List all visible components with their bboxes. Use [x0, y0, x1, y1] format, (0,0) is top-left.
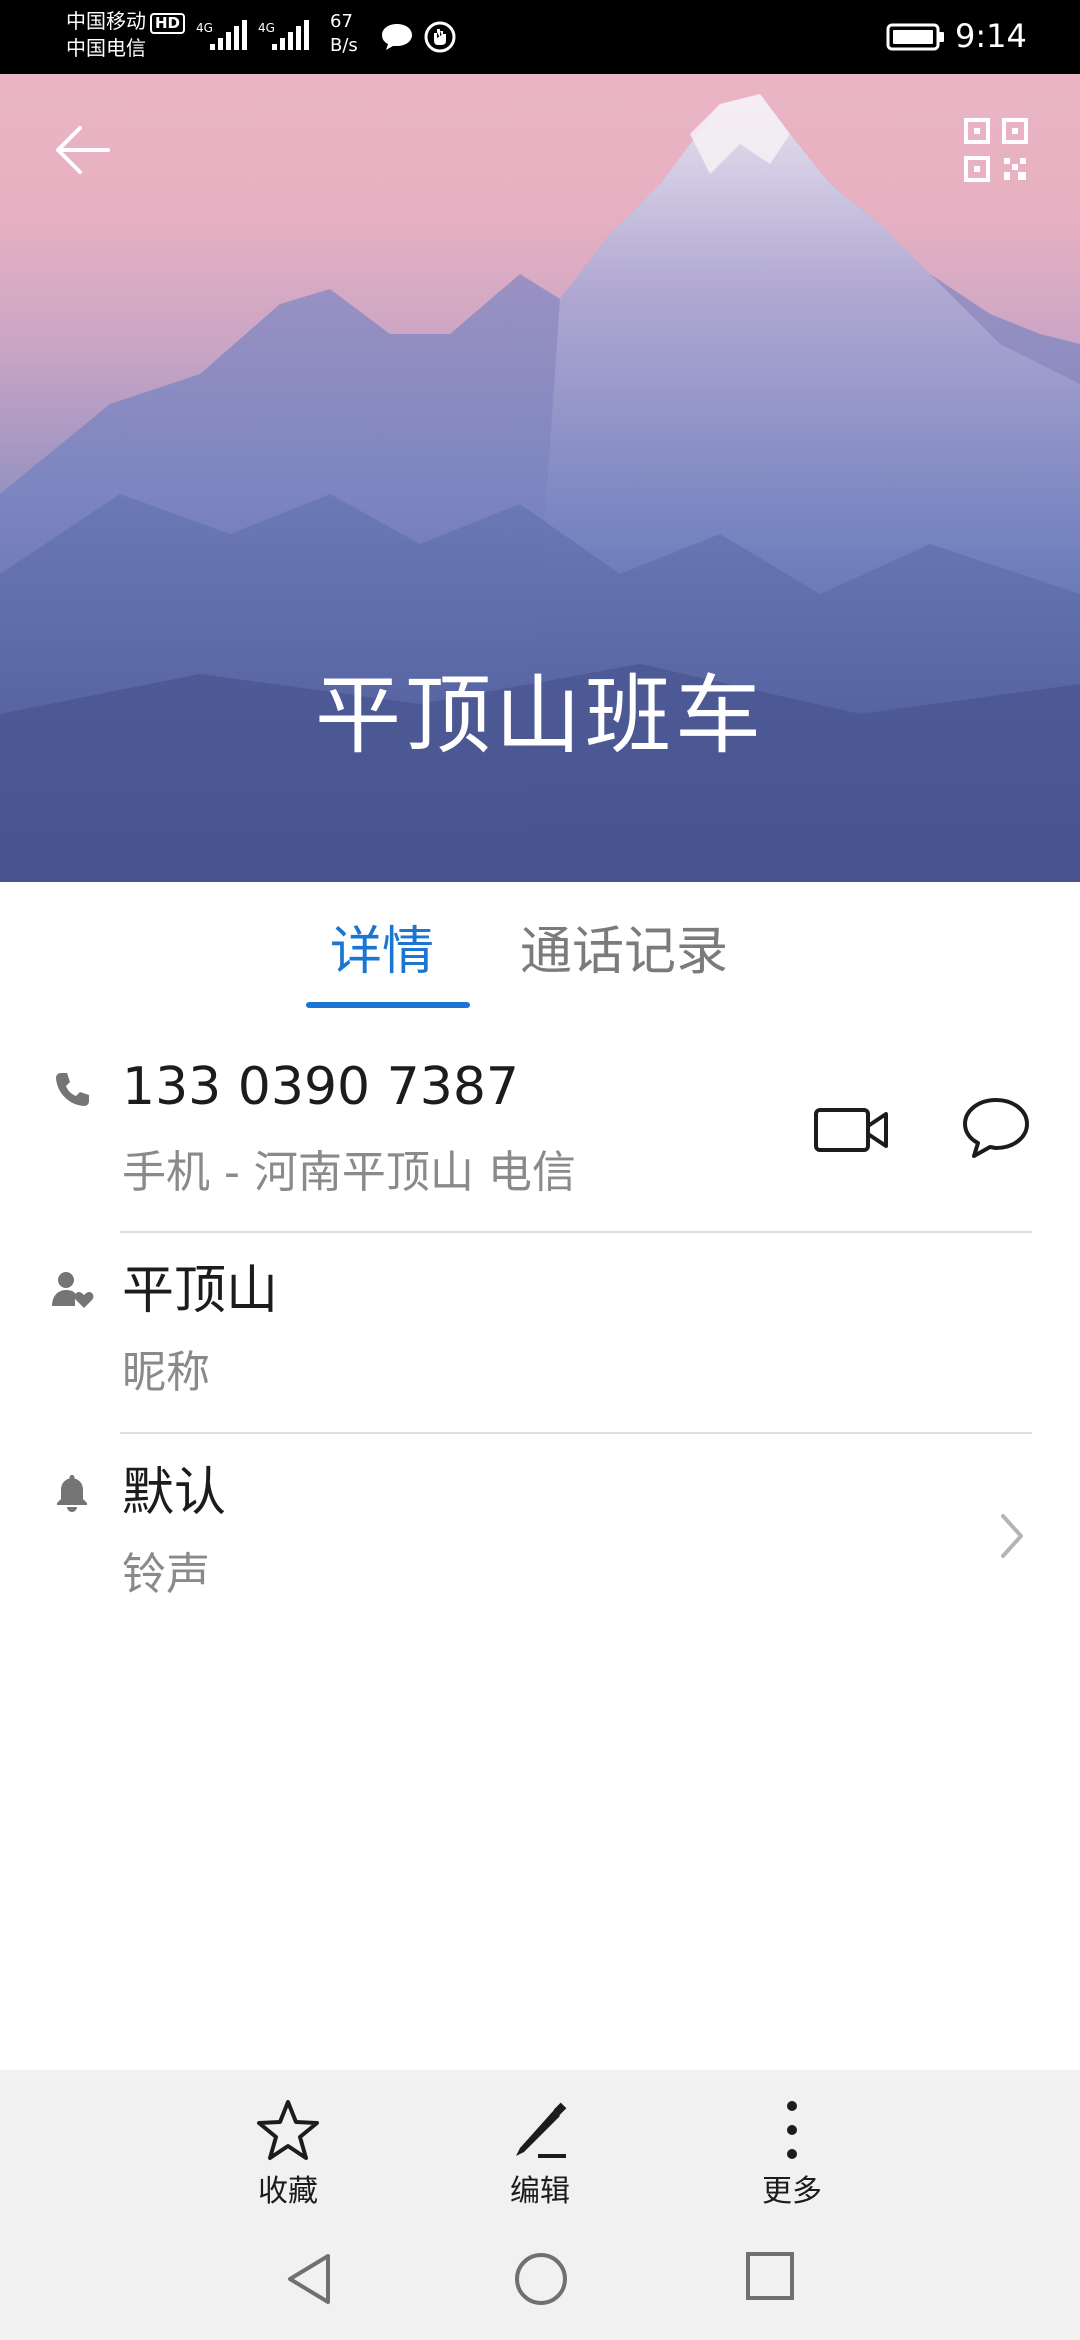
- phone-row[interactable]: 133 0390 7387 手机 - 河南平顶山 电信: [0, 1050, 1080, 1230]
- nickname-row[interactable]: 平顶山 昵称: [0, 1250, 1080, 1430]
- net-type-2: 4G: [258, 21, 275, 35]
- tab-call-log[interactable]: 通话记录: [520, 922, 728, 982]
- favorite-button[interactable]: 收藏: [208, 2098, 368, 2212]
- favorite-label: 收藏: [258, 2174, 318, 2209]
- phone-number: 133 0390 7387: [122, 1057, 519, 1117]
- contact-name: 平顶山班车: [315, 666, 765, 766]
- nickname-value: 平顶山: [122, 1261, 279, 1321]
- qr-code-button[interactable]: [960, 114, 1032, 186]
- nickname-label: 昵称: [122, 1347, 210, 1398]
- nav-recents-button[interactable]: [744, 2250, 796, 2306]
- carrier-1: 中国移动: [66, 9, 146, 33]
- star-icon: [257, 2100, 319, 2160]
- phone-subtitle: 手机 - 河南平顶山 电信: [122, 1147, 576, 1198]
- divider: [120, 1231, 1032, 1233]
- net-type-1: 4G: [196, 21, 213, 35]
- message-button[interactable]: [960, 1092, 1032, 1164]
- carrier-2: 中国电信: [66, 36, 146, 60]
- edit-label: 编辑: [510, 2174, 570, 2209]
- tab-details[interactable]: 详情: [330, 922, 434, 982]
- bell-icon: [52, 1472, 92, 1516]
- edit-button[interactable]: 编辑: [460, 2098, 620, 2212]
- app-notification-icon: [423, 20, 457, 58]
- active-tab-indicator: [306, 1002, 470, 1008]
- contact-detail-screen: 中国移动 HD 中国电信 4G 4G 67 B/s 9:14 平顶山班车 详情 …: [0, 0, 1080, 2340]
- chevron-right-icon: [995, 1508, 1031, 1564]
- nav-home-button[interactable]: [512, 2250, 570, 2312]
- battery-icon: [886, 22, 946, 56]
- back-button[interactable]: [48, 114, 120, 186]
- speed-value: 67: [330, 11, 353, 32]
- hd-badge: HD: [150, 13, 186, 34]
- qr-code-icon: [964, 118, 1028, 182]
- circle-home-icon: [515, 2253, 567, 2305]
- network-speed: 67 B/s: [330, 10, 358, 58]
- contact-header: 平顶山班车: [0, 74, 1080, 882]
- arrow-left-icon: [56, 126, 110, 174]
- ringtone-label: 铃声: [122, 1549, 210, 1600]
- contact-heart-icon: [52, 1270, 96, 1314]
- carrier-info: 中国移动 HD 中国电信: [66, 8, 186, 62]
- more-label: 更多: [762, 2174, 822, 2209]
- ringtone-row[interactable]: 默认 铃声: [0, 1450, 1080, 1630]
- clock: 9:14: [955, 17, 1027, 55]
- divider: [120, 1432, 1032, 1434]
- message-bubble-icon: [963, 1098, 1029, 1158]
- ringtone-value: 默认: [122, 1463, 227, 1523]
- square-recents-icon: [746, 2252, 794, 2300]
- speed-unit: B/s: [330, 35, 358, 56]
- video-camera-icon: [814, 1108, 888, 1152]
- signal-1-icon: 4G: [196, 18, 252, 58]
- chat-bubble-icon: [380, 22, 414, 56]
- tab-bar: 详情 通话记录: [0, 882, 1080, 1012]
- triangle-back-icon: [288, 2254, 330, 2304]
- pen-icon: [516, 2102, 567, 2158]
- video-call-button[interactable]: [812, 1098, 892, 1162]
- more-button[interactable]: 更多: [712, 2098, 872, 2212]
- signal-2-icon: 4G: [258, 18, 314, 58]
- more-vertical-icon: [787, 2101, 797, 2159]
- phone-icon: [52, 1070, 92, 1114]
- nav-back-button[interactable]: [282, 2250, 336, 2312]
- status-bar: 中国移动 HD 中国电信 4G 4G 67 B/s 9:14: [0, 0, 1080, 74]
